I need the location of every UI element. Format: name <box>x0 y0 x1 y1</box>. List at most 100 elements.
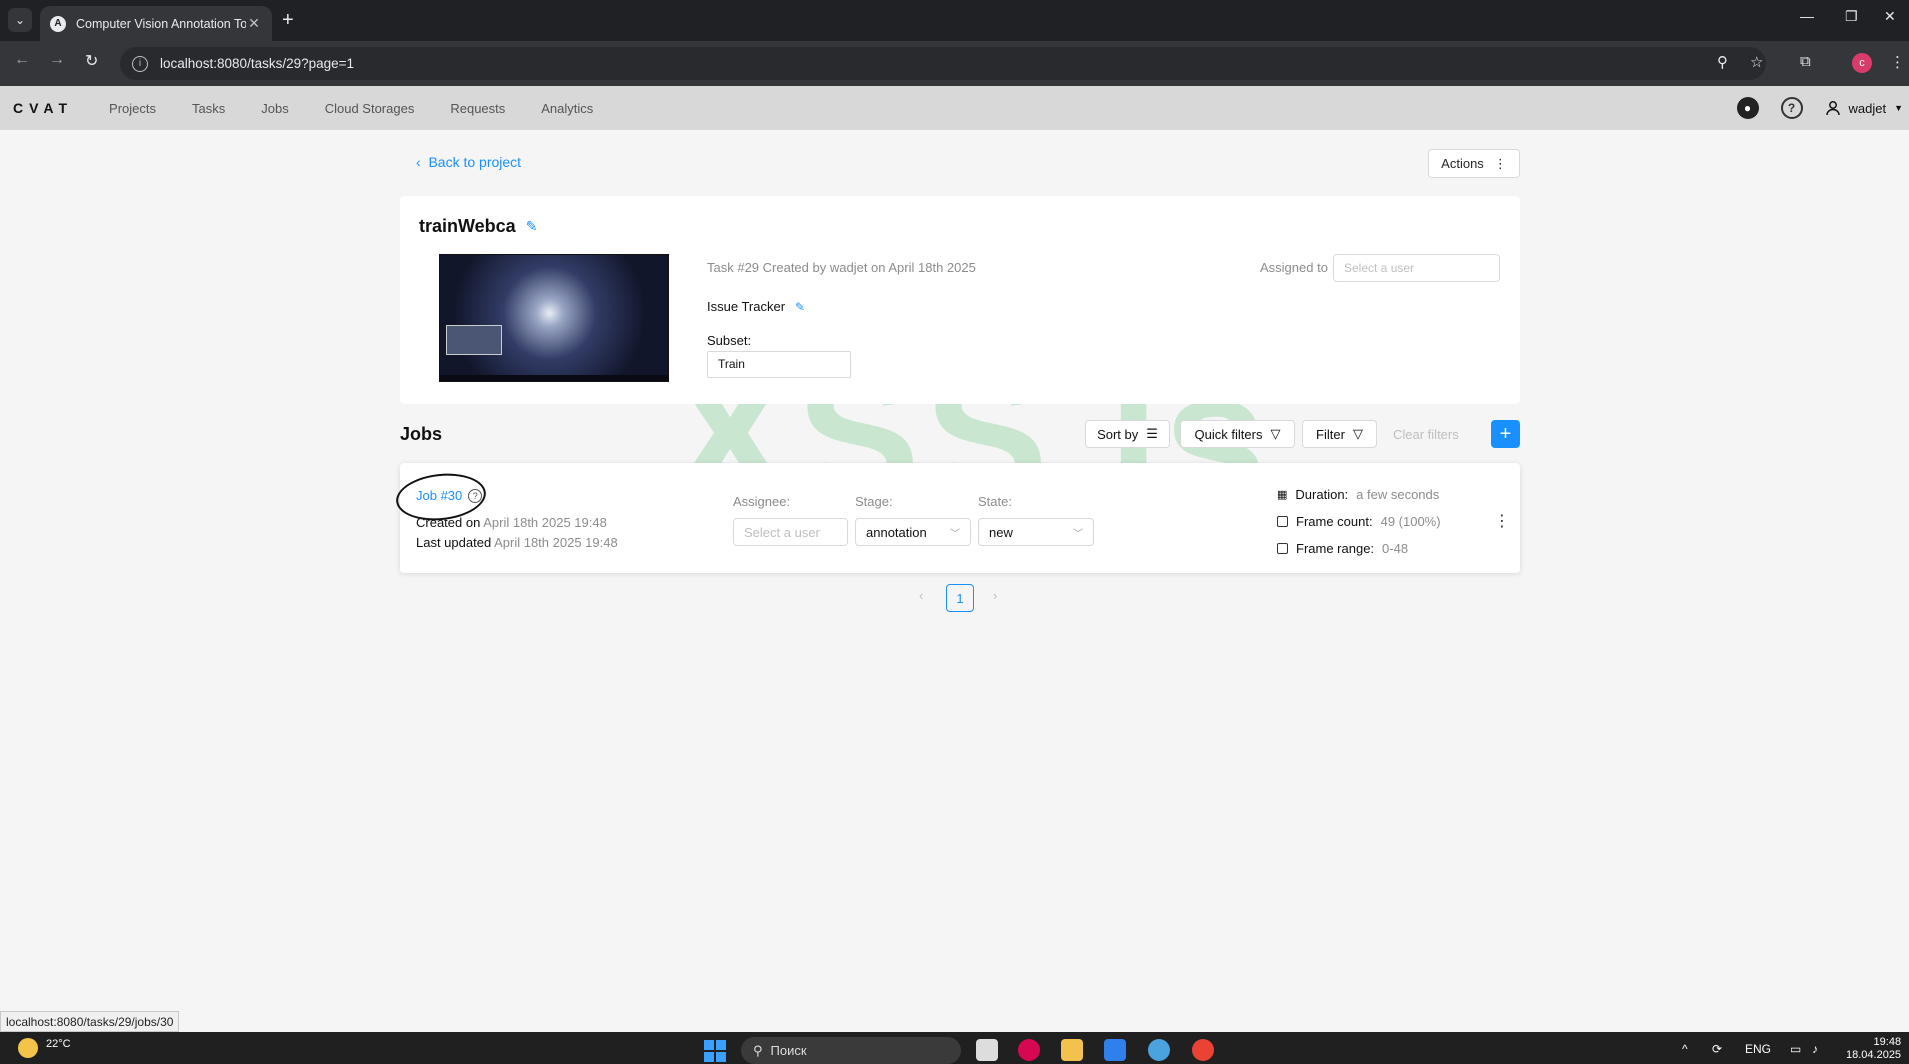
site-info-icon[interactable]: i <box>132 55 148 72</box>
sort-by-button[interactable]: Sort by ☰ <box>1085 420 1170 448</box>
browser-tabstrip: ⌄ A Computer Vision Annotation To ✕ + — … <box>0 0 1909 41</box>
back-to-project-link[interactable]: ‹ Back to project <box>416 154 521 170</box>
user-menu[interactable]: wadjet ▼ <box>1825 100 1903 116</box>
job-state-select[interactable]: new ﹀ <box>978 518 1094 546</box>
github-icon[interactable]: ● <box>1736 97 1759 119</box>
job-duration: ▦ Duration: a few seconds <box>1277 487 1440 502</box>
edit-issue-tracker-icon[interactable]: ✎ <box>795 300 805 314</box>
job-frame-range: Frame range: 0-48 <box>1277 541 1408 556</box>
quick-filters-button[interactable]: Quick filters ▽ <box>1180 420 1295 448</box>
cvat-favicon-icon: A <box>50 15 66 32</box>
folder-app-icon[interactable] <box>1061 1039 1083 1061</box>
help-icon[interactable]: ? <box>1780 97 1803 119</box>
nav-analytics[interactable]: Analytics <box>541 101 593 116</box>
calendar-icon: ▦ <box>1277 489 1288 501</box>
network-icon[interactable]: ▭ <box>1790 1042 1801 1056</box>
browser-tab-active[interactable]: A Computer Vision Annotation To ✕ <box>40 6 272 41</box>
add-job-button[interactable]: + <box>1491 420 1520 448</box>
weather-icon <box>18 1038 38 1058</box>
assigned-to-label: Assigned to <box>1260 260 1328 275</box>
filter-button[interactable]: Filter ▽ <box>1302 420 1377 448</box>
clear-filters-button[interactable]: Clear filters <box>1393 427 1459 442</box>
profile-avatar[interactable]: c <box>1852 53 1872 73</box>
nav-requests[interactable]: Requests <box>450 101 505 116</box>
chevron-left-icon: ‹ <box>416 154 429 170</box>
taskbar-search[interactable]: ⚲ Поиск <box>741 1037 961 1064</box>
subset-label: Subset: <box>707 333 752 348</box>
job-updated: Last updated April 18th 2025 19:48 <box>416 535 618 550</box>
zoom-icon[interactable]: ⚲ <box>1717 53 1728 71</box>
volume-icon[interactable]: ♪ <box>1812 1042 1818 1056</box>
close-window-icon[interactable]: ✕ <box>1884 8 1896 25</box>
task-preview-image <box>439 254 669 382</box>
sync-icon[interactable]: ⟳ <box>1712 1042 1722 1056</box>
nav-cloud-storages[interactable]: Cloud Storages <box>325 101 415 116</box>
browser-toolbar: ← → ↻ i localhost:8080/tasks/29?page=1 ⚲… <box>0 41 1909 86</box>
user-icon <box>1825 101 1840 116</box>
cvat-logo[interactable]: CVAT <box>13 100 73 116</box>
docker-app-icon[interactable] <box>1148 1039 1170 1061</box>
sort-list-icon: ☰ <box>1146 426 1158 441</box>
next-page-icon[interactable]: › <box>993 588 997 603</box>
restore-window-icon[interactable]: ❐ <box>1845 8 1858 25</box>
tray-overflow-icon[interactable]: ^ <box>1682 1042 1688 1056</box>
task-meta: Task #29 Created by wadjet on April 18th… <box>707 260 976 275</box>
cvat-header: CVAT Projects Tasks Jobs Cloud Storages … <box>0 86 1909 130</box>
job-stage-select[interactable]: annotation ﹀ <box>855 518 971 546</box>
assignee-label: Assignee: <box>733 494 791 509</box>
job-card: Job #30 ? Created on April 18th 2025 19:… <box>393 463 1520 573</box>
task-title: trainWebca ✎ <box>419 216 538 236</box>
stage-label: Stage: <box>855 494 893 509</box>
task-details-card: trainWebca ✎ Task #29 Created by wadjet … <box>400 196 1520 404</box>
frame-count-icon <box>1277 516 1288 527</box>
new-tab-icon[interactable]: + <box>282 8 294 32</box>
chrome-app-icon[interactable] <box>1192 1039 1214 1061</box>
status-bar-url: localhost:8080/tasks/29/jobs/30 <box>0 1011 180 1032</box>
nav-tasks[interactable]: Tasks <box>192 101 225 116</box>
job-created: Created on April 18th 2025 19:48 <box>416 515 607 530</box>
minimize-window-icon[interactable]: — <box>1800 8 1814 24</box>
debian-app-icon[interactable] <box>1018 1039 1040 1061</box>
prev-page-icon[interactable]: ‹ <box>919 588 923 603</box>
tab-search-dropdown-icon[interactable]: ⌄ <box>8 8 32 32</box>
assignee-select[interactable]: Select a user <box>1333 254 1500 282</box>
caret-down-icon: ▼ <box>1894 103 1903 113</box>
search-icon: ⚲ <box>753 1042 763 1058</box>
address-url: localhost:8080/tasks/29?page=1 <box>160 56 355 71</box>
edit-name-icon[interactable]: ✎ <box>526 218 538 235</box>
filter-icon: ▽ <box>1352 426 1363 441</box>
subset-input[interactable]: Train <box>707 351 851 378</box>
back-arrow-icon[interactable]: ← <box>14 51 30 69</box>
browser-menu-icon[interactable]: ⋮ <box>1890 53 1905 71</box>
nav-jobs[interactable]: Jobs <box>261 101 288 116</box>
chevron-down-icon: ﹀ <box>950 528 960 540</box>
windows-start-icon[interactable] <box>704 1040 726 1062</box>
bookmark-star-icon[interactable]: ☆ <box>1750 53 1763 71</box>
file-explorer-app-icon[interactable] <box>976 1039 998 1061</box>
job-assignee-select[interactable]: Select a user <box>733 518 848 546</box>
job-link[interactable]: Job #30 ? <box>416 488 483 503</box>
state-label: State: <box>978 494 1012 509</box>
reload-icon[interactable]: ↻ <box>85 51 98 71</box>
job-frame-count: Frame count: 49 (100%) <box>1277 514 1441 529</box>
more-vertical-icon: ⋮ <box>1493 155 1507 171</box>
actions-button[interactable]: Actions ⋮ <box>1428 149 1520 178</box>
language-indicator[interactable]: ENG <box>1745 1042 1771 1056</box>
vscode-app-icon[interactable] <box>1104 1039 1126 1061</box>
issue-tracker: Issue Tracker ✎ <box>707 299 806 314</box>
question-circle-icon[interactable]: ? <box>468 488 483 503</box>
jobs-title: Jobs <box>400 424 443 444</box>
os-taskbar: 22°C ⚲ Поиск ^ ⟳ ENG ▭ ♪ 19:48 18.04.202… <box>0 1032 1909 1064</box>
filter-funnel-icon: ▽ <box>1270 426 1281 441</box>
extensions-icon[interactable]: ⧉ <box>1800 53 1811 70</box>
forward-arrow-icon[interactable]: → <box>49 51 65 69</box>
system-clock[interactable]: 19:48 18.04.2025 <box>1846 1036 1901 1062</box>
job-menu-icon[interactable]: ⋮ <box>1494 511 1510 531</box>
close-tab-icon[interactable]: ✕ <box>246 15 262 32</box>
browser-tab-title: Computer Vision Annotation To <box>76 16 246 31</box>
nav-projects[interactable]: Projects <box>109 101 156 116</box>
plus-icon: + <box>1499 422 1512 445</box>
page-current[interactable]: 1 <box>946 584 974 612</box>
address-bar[interactable]: i localhost:8080/tasks/29?page=1 <box>120 47 1766 80</box>
weather-widget[interactable]: 22°C <box>18 1038 71 1058</box>
